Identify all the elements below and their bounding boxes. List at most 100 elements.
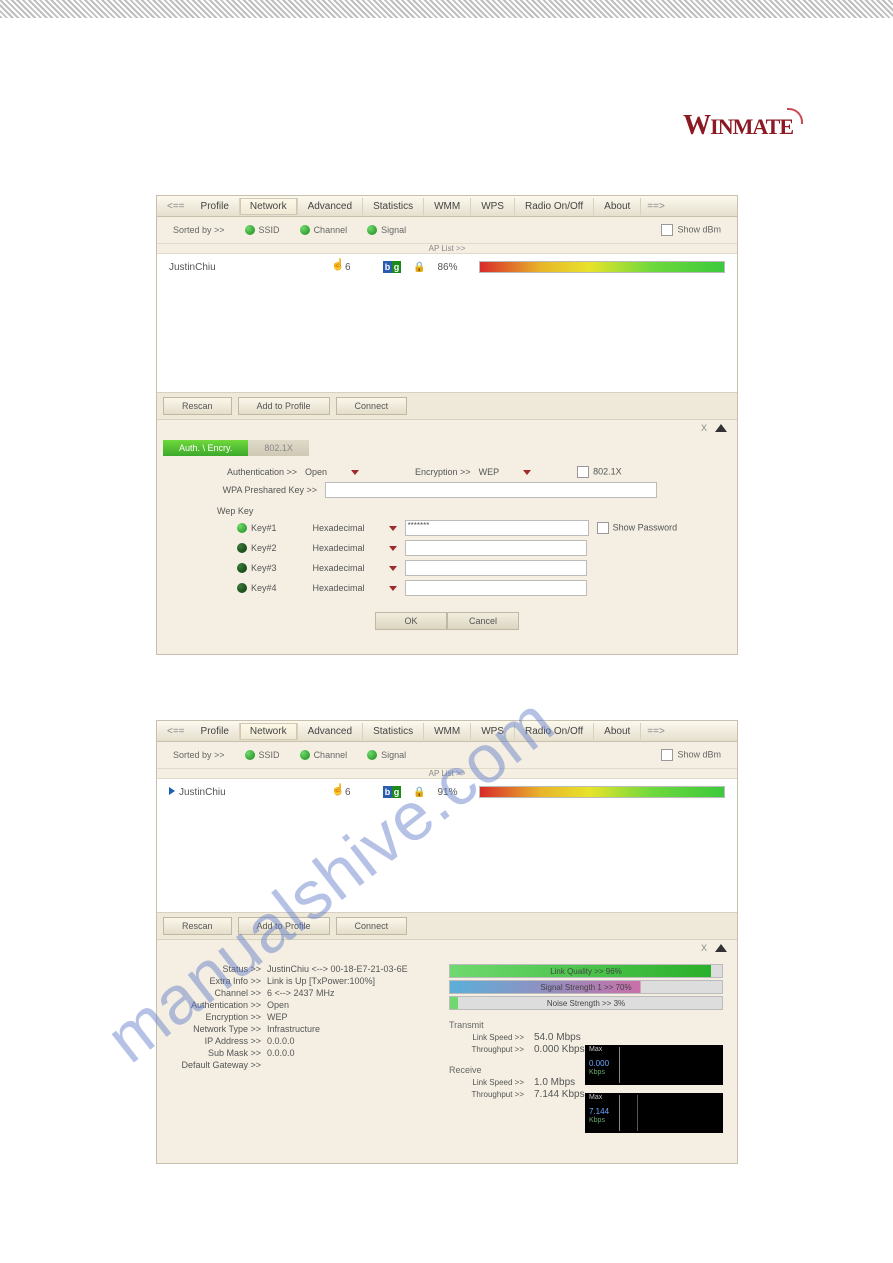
chevron-down-icon xyxy=(351,470,359,475)
signal-bar xyxy=(479,786,725,798)
noise-strength-bar: Noise Strength >> 3% xyxy=(449,996,723,1010)
close-icon[interactable]: X xyxy=(701,423,707,433)
8021x-checkbox[interactable]: 802.1X xyxy=(577,466,622,478)
sort-channel[interactable]: Channel xyxy=(300,750,348,761)
key1-input[interactable]: ******* xyxy=(405,520,589,536)
tab-network[interactable]: Network xyxy=(240,723,298,740)
ap-channel: 6 xyxy=(331,786,371,798)
sort-channel[interactable]: Channel xyxy=(300,225,348,236)
tab-bar: <== Profile Network Advanced Statistics … xyxy=(157,196,737,217)
key4-format-dropdown[interactable]: Hexadecimal xyxy=(313,583,397,593)
tab-wmm[interactable]: WMM xyxy=(424,723,471,740)
key2-radio[interactable]: Key#2 xyxy=(237,543,277,554)
rx-linkspeed-value: 1.0 Mbps xyxy=(534,1077,575,1088)
tab-wmm[interactable]: WMM xyxy=(424,198,471,215)
auth-label: Authentication >> xyxy=(171,1000,261,1010)
sort-label: Sorted by >> xyxy=(173,750,225,760)
ap-row[interactable]: JustinChiu 6 bg 🔒 86% xyxy=(169,258,725,276)
tab-statistics[interactable]: Statistics xyxy=(363,198,424,215)
add-profile-button[interactable]: Add to Profile xyxy=(238,917,330,935)
rescan-button[interactable]: Rescan xyxy=(163,917,232,935)
sort-bar: Sorted by >> SSID Channel Signal Show dB… xyxy=(157,742,737,769)
chevron-down-icon xyxy=(523,470,531,475)
authentication-label: Authentication >> xyxy=(187,467,297,477)
tx-max-label: Max xyxy=(589,1046,602,1053)
sort-bar: Sorted by >> SSID Channel Signal Show dB… xyxy=(157,217,737,244)
connect-button[interactable]: Connect xyxy=(336,397,408,415)
ap-ssid: JustinChiu xyxy=(169,262,319,273)
extrainfo-label: Extra Info >> xyxy=(171,976,261,986)
ap-ssid: JustinChiu xyxy=(169,787,319,798)
screenshot-auth-dialog: <== Profile Network Advanced Statistics … xyxy=(156,195,738,655)
ap-row[interactable]: JustinChiu 6 bg 🔒 91% xyxy=(169,783,725,801)
sort-signal[interactable]: Signal xyxy=(367,750,406,761)
sort-label: Sorted by >> xyxy=(173,225,225,235)
key4-input[interactable] xyxy=(405,580,587,596)
sort-ssid[interactable]: SSID xyxy=(245,225,280,236)
tab-radio[interactable]: Radio On/Off xyxy=(515,723,594,740)
tab-statistics[interactable]: Statistics xyxy=(363,723,424,740)
sort-signal[interactable]: Signal xyxy=(367,225,406,236)
signal-strength-bar: Signal Strength 1 >> 70% xyxy=(449,980,723,994)
tx-graph-unit: Kbps xyxy=(589,1069,605,1076)
tx-linkspeed-value: 54.0 Mbps xyxy=(534,1032,581,1043)
key2-format-dropdown[interactable]: Hexadecimal xyxy=(313,543,397,553)
tab-about[interactable]: About xyxy=(594,723,641,740)
auth-form: Authentication >> Open Encryption >> WEP… xyxy=(157,456,737,634)
key2-input[interactable] xyxy=(405,540,587,556)
encryption-dropdown[interactable]: WEP xyxy=(479,467,532,477)
authentication-dropdown[interactable]: Open xyxy=(305,467,359,477)
close-icon[interactable]: X xyxy=(701,943,707,953)
tab-prev[interactable]: <== xyxy=(161,201,191,212)
connected-icon xyxy=(169,787,175,795)
key3-input[interactable] xyxy=(405,560,587,576)
ap-list: JustinChiu 6 bg 🔒 86% xyxy=(157,254,737,392)
add-profile-button[interactable]: Add to Profile xyxy=(238,397,330,415)
tab-wps[interactable]: WPS xyxy=(471,198,515,215)
show-password-checkbox[interactable]: Show Password xyxy=(597,522,678,534)
psk-input[interactable] xyxy=(325,482,657,498)
tab-next[interactable]: ==> xyxy=(641,201,671,212)
tx-graph-value: 0.000 xyxy=(589,1059,609,1068)
tab-prev[interactable]: <== xyxy=(161,726,191,737)
key3-format-dropdown[interactable]: Hexadecimal xyxy=(313,563,397,573)
tab-next[interactable]: ==> xyxy=(641,726,671,737)
connect-button[interactable]: Connect xyxy=(336,917,408,935)
chevron-down-icon xyxy=(389,526,397,531)
key1-radio[interactable]: Key#1 xyxy=(237,523,277,534)
key4-radio[interactable]: Key#4 xyxy=(237,583,277,594)
subtab-8021x[interactable]: 802.1X xyxy=(248,440,309,456)
tab-profile[interactable]: Profile xyxy=(191,198,240,215)
tab-radio[interactable]: Radio On/Off xyxy=(515,198,594,215)
cancel-button[interactable]: Cancel xyxy=(447,612,519,630)
rx-graph-unit: Kbps xyxy=(589,1117,605,1124)
tab-profile[interactable]: Profile xyxy=(191,723,240,740)
chevron-down-icon xyxy=(389,586,397,591)
tx-throughput-value: 0.000 Kbps xyxy=(534,1044,585,1055)
show-dbm-checkbox[interactable]: Show dBm xyxy=(661,224,721,236)
key1-format-dropdown[interactable]: Hexadecimal xyxy=(313,523,397,533)
tx-throughput-label: Throughput >> xyxy=(449,1045,524,1054)
psk-label: WPA Preshared Key >> xyxy=(187,485,317,495)
key3-radio[interactable]: Key#3 xyxy=(237,563,277,574)
nettype-value: Infrastructure xyxy=(267,1024,320,1034)
sort-ssid[interactable]: SSID xyxy=(245,750,280,761)
collapse-up-icon[interactable] xyxy=(715,424,727,432)
tab-about[interactable]: About xyxy=(594,198,641,215)
collapse-up-icon[interactable] xyxy=(715,944,727,952)
hand-icon xyxy=(331,261,343,273)
chevron-down-icon xyxy=(389,546,397,551)
tab-network[interactable]: Network xyxy=(240,198,298,215)
tab-advanced[interactable]: Advanced xyxy=(298,198,363,215)
rx-graph-box: Max 7.144 Kbps xyxy=(585,1093,723,1133)
lock-icon: 🔒 xyxy=(413,262,425,273)
tab-wps[interactable]: WPS xyxy=(471,723,515,740)
auth-subtabs: Auth. \ Encry. 802.1X xyxy=(157,436,737,456)
rescan-button[interactable]: Rescan xyxy=(163,397,232,415)
tab-advanced[interactable]: Advanced xyxy=(298,723,363,740)
subtab-auth-encry[interactable]: Auth. \ Encry. xyxy=(163,440,248,456)
ap-list-header: AP List >> xyxy=(157,244,737,254)
ok-button[interactable]: OK xyxy=(375,612,447,630)
auth-value: Open xyxy=(267,1000,289,1010)
show-dbm-checkbox[interactable]: Show dBm xyxy=(661,749,721,761)
